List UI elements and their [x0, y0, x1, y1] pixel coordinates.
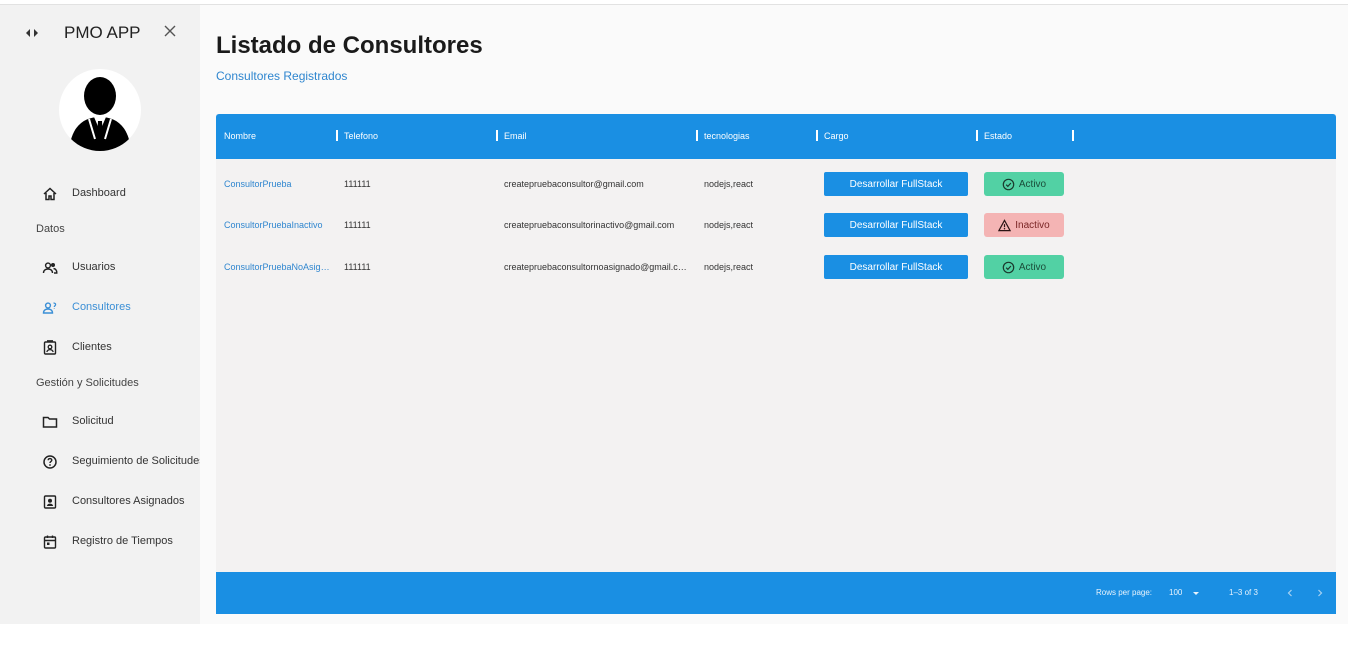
nav-label: Seguimiento de Solicitudes — [72, 455, 200, 467]
calendar-icon — [42, 534, 58, 550]
nav-usuarios[interactable]: Usuarios — [0, 255, 200, 281]
table-header: Nombre Telefono Email tecnologias Cargo … — [216, 114, 1336, 159]
column-header-tecnologias[interactable]: tecnologias — [704, 131, 750, 141]
page-subtitle: Consultores Registrados — [216, 69, 348, 83]
nav-label: Registro de Tiempos — [72, 535, 173, 547]
table-footer: Rows per page: 100 1–3 of 3 — [216, 572, 1336, 614]
chevron-left-icon[interactable] — [1284, 586, 1296, 598]
cell-nombre[interactable]: ConsultorPruebaNoAsignado — [224, 262, 332, 272]
cell-tecnologias: nodejs,react — [704, 262, 754, 272]
cell-email: createpruebaconsultor@gmail.com — [504, 179, 644, 189]
nav-consultores-asignados[interactable]: Consultores Asignados — [0, 489, 200, 515]
nav-label: Usuarios — [72, 261, 116, 273]
column-separator[interactable] — [496, 130, 498, 141]
nav-label: Consultores Asignados — [72, 495, 185, 507]
column-header-nombre[interactable]: Nombre — [224, 131, 256, 141]
rows-per-page-label: Rows per page: — [1096, 588, 1153, 597]
table-row[interactable]: ConsultorPruebaInactivo 111111 createpru… — [216, 205, 1336, 247]
consultants-table: Nombre Telefono Email tecnologias Cargo … — [216, 114, 1336, 614]
status-badge: Activo — [984, 172, 1064, 196]
status-label: Activo — [1018, 178, 1047, 190]
check-circle-icon — [1002, 261, 1015, 273]
nav-label: Clientes — [72, 341, 112, 353]
close-icon[interactable] — [162, 23, 178, 39]
avatar — [59, 69, 141, 151]
column-header-email[interactable]: Email — [504, 131, 527, 141]
column-separator[interactable] — [696, 130, 698, 141]
column-header-cargo[interactable]: Cargo — [824, 131, 849, 141]
column-header-telefono[interactable]: Telefono — [344, 131, 378, 141]
app-window: PMO APP Dashboard Datos Usuarios Consult… — [0, 5, 1348, 624]
status-badge: Activo — [984, 255, 1064, 279]
cell-telefono: 111111 — [344, 179, 371, 189]
cell-email: createpruebaconsultorinactivo@gmail.com — [504, 220, 675, 230]
section-gestion: Gestión y Solicitudes — [36, 377, 139, 389]
home-icon — [42, 186, 58, 202]
section-datos: Datos — [36, 223, 65, 235]
assigned-badge-icon — [42, 494, 58, 510]
cell-telefono: 111111 — [344, 262, 371, 272]
sidebar: PMO APP Dashboard Datos Usuarios Consult… — [0, 5, 200, 624]
nav-solicitud[interactable]: Solicitud — [0, 409, 200, 435]
nav-registro-tiempos[interactable]: Registro de Tiempos — [0, 529, 200, 555]
column-separator[interactable] — [336, 130, 338, 141]
table-row[interactable]: ConsultorPrueba 111111 createpruebaconsu… — [216, 164, 1336, 206]
column-separator[interactable] — [1072, 130, 1074, 141]
nav-seguimiento[interactable]: Seguimiento de Solicitudes — [0, 449, 200, 475]
nav-clientes[interactable]: Clientes — [0, 335, 200, 361]
cell-nombre[interactable]: ConsultorPruebaInactivo — [224, 220, 332, 230]
nav-label: Dashboard — [72, 187, 126, 199]
status-label: Activo — [1018, 261, 1047, 273]
cell-tecnologias: nodejs,react — [704, 179, 754, 189]
cargo-button[interactable]: Desarrollar FullStack — [824, 213, 968, 237]
cell-tecnologias: nodejs,react — [704, 220, 754, 230]
column-separator[interactable] — [816, 130, 818, 141]
nav-label: Consultores — [72, 301, 131, 313]
column-separator[interactable] — [976, 130, 978, 141]
nav-dashboard[interactable]: Dashboard — [0, 181, 200, 207]
column-header-estado[interactable]: Estado — [984, 131, 1012, 141]
cargo-button[interactable]: Desarrollar FullStack — [824, 255, 968, 279]
nav-label: Solicitud — [72, 415, 114, 427]
cargo-button[interactable]: Desarrollar FullStack — [824, 172, 968, 196]
contact-card-icon — [42, 340, 58, 356]
check-circle-icon — [1002, 178, 1015, 190]
warning-triangle-icon — [998, 218, 1012, 231]
rows-per-page-select[interactable]: 100 — [1169, 588, 1182, 597]
cell-nombre[interactable]: ConsultorPrueba — [224, 179, 332, 189]
consultants-icon — [42, 300, 58, 316]
status-label: Inactivo — [1015, 219, 1050, 231]
nav-consultores[interactable]: Consultores — [0, 295, 200, 321]
status-badge: Inactivo — [984, 213, 1064, 237]
cell-email: createpruebaconsultornoasignado@gmail.co… — [504, 262, 688, 272]
sidebar-header: PMO APP — [0, 21, 200, 45]
table-row[interactable]: ConsultorPruebaNoAsignado 111111 createp… — [216, 247, 1336, 289]
dropdown-arrow-icon[interactable] — [1190, 586, 1202, 598]
app-title: PMO APP — [64, 23, 141, 42]
folder-icon — [42, 414, 58, 430]
page-title: Listado de Consultores — [216, 32, 483, 59]
pagination-range: 1–3 of 3 — [1229, 588, 1258, 597]
cell-telefono: 111111 — [344, 220, 371, 230]
chevron-right-icon[interactable] — [1314, 586, 1326, 598]
users-icon — [42, 260, 58, 276]
help-circle-icon — [42, 454, 58, 470]
collapse-toggle-icon[interactable] — [24, 25, 40, 41]
main-content: Listado de Consultores Consultores Regis… — [200, 5, 1348, 624]
